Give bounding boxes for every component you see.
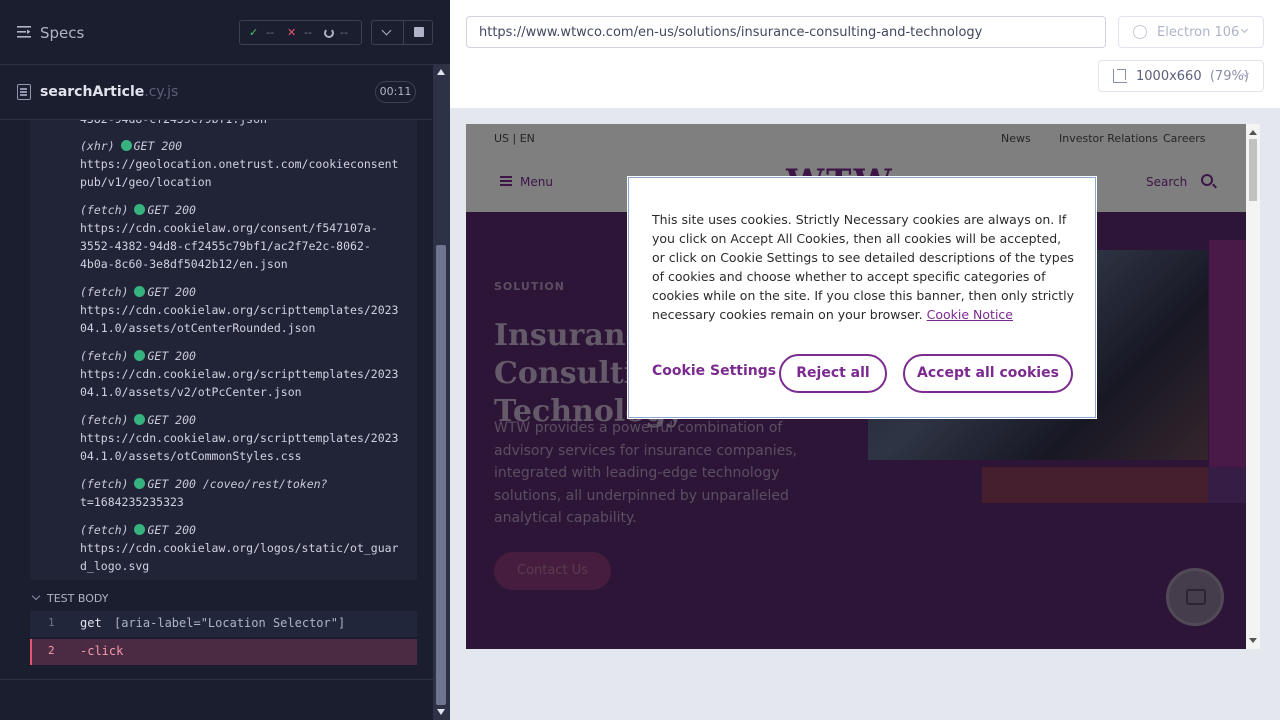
check-icon: ✓ [249,26,259,39]
log-entry[interactable]: (fetch) GET 200 https://cdn.cookielaw.org… [80,521,417,575]
status-dot-icon [120,140,132,151]
viewport-selector[interactable]: 1000x660 (79%) [1098,60,1264,92]
log-kind: (fetch) [80,285,129,299]
log-kind: (fetch) [80,203,129,217]
browser-label: Electron 106 [1157,25,1240,40]
cypress-reporter: Specs ✓ -- ✕ -- -- searchArticle.cy.js 0… [0,0,450,720]
viewport-label: 1000x660 (79%) [1136,69,1249,84]
spec-file-name[interactable]: searchArticle.cy.js [40,84,178,100]
passed-count: -- [266,26,274,39]
file-icon [17,84,31,100]
command-row-active[interactable]: 2 -click [30,639,417,665]
viewport-size: 1000x660 [1136,69,1202,84]
specs-list-icon[interactable] [17,26,31,38]
command-name: get [80,616,102,630]
scroll-up-icon[interactable] [437,69,445,75]
failed-count: -- [304,26,312,39]
aut-scrollbar[interactable] [1246,124,1260,649]
cookie-consent-dialog: This site uses cookies. Strictly Necessa… [628,177,1096,418]
runner-header: https://www.wtwco.com/en-us/solutions/in… [450,0,1280,108]
log-entry[interactable]: (fetch) GET 200 https://cdn.cookielaw.org… [80,411,417,465]
status-dot-icon [134,204,146,215]
log-kind: (fetch) [80,523,129,537]
spec-title-row: searchArticle.cy.js 00:11 [0,66,432,120]
chevron-down-icon [31,591,41,601]
url-bar[interactable]: https://www.wtwco.com/en-us/solutions/in… [466,16,1106,48]
log-url-line: t=1684235235323 [80,495,184,509]
log-status: GET 200 [133,139,183,153]
log-url-line: 04.1.0/assets/otCenterRounded.json [80,321,316,335]
scroll-down-icon[interactable] [1249,638,1257,643]
log-url-line: 4b0a-8c60-3e8df5042b12/en.json [80,257,288,271]
test-stats: ✓ -- ✕ -- -- [239,20,362,45]
reporter-header: Specs ✓ -- ✕ -- -- [0,0,450,65]
specs-label[interactable]: Specs [40,24,84,42]
pending-icon [324,28,334,38]
stop-button[interactable] [404,21,433,44]
cross-icon: ✕ [287,26,297,39]
command-row[interactable]: 1 get [aria-label="Location Selector"] [30,611,417,637]
chevron-down-icon[interactable] [372,21,403,44]
log-status: GET 200 [147,349,196,363]
log-kind: (fetch) [80,477,129,491]
log-url-line: https://cdn.cookielaw.org/logos/static/o… [80,541,399,555]
test-body-label: TEST BODY [47,592,109,605]
log-url-line: https://cdn.cookielaw.org/consent/f54710… [80,221,378,235]
log-status: GET 200 [147,413,196,427]
divider [0,679,433,680]
electron-icon [1133,25,1147,39]
pending-count: -- [340,26,348,39]
spec-ext: .cy.js [144,84,179,100]
run-controls [371,20,433,45]
log-entry[interactable]: (fetch) GET 200 /coveo/rest/token? t=1684… [80,475,417,511]
log-url-line: 04.1.0/assets/otCommonStyles.css [80,449,302,463]
log-url-line: https://geolocation.onetrust.com/cookiec… [80,157,399,171]
log-kind: (fetch) [80,413,129,427]
log-url-line: 04.1.0/assets/v2/otPcCenter.json [80,385,302,399]
duration-badge: 00:11 [375,81,416,103]
status-dot-icon [134,286,146,297]
test-body-header[interactable]: TEST BODY [30,590,417,610]
status-dot-icon [134,524,146,535]
browser-selector[interactable]: Electron 106 [1118,16,1264,48]
log-url-line: https://cdn.cookielaw.org/scripttemplate… [80,367,399,381]
log-url-line: https://cdn.cookielaw.org/scripttemplate… [80,431,399,445]
log-status: GET 200 [147,523,196,537]
log-entry[interactable]: (fetch) GET 200 https://cdn.cookielaw.org… [80,347,417,401]
status-dot-icon [134,478,146,489]
command-message: [aria-label="Location Selector"] [114,616,346,630]
command-log: 4382-94d8-cf2455c79bf1.json (xhr)GET 200… [30,105,417,580]
log-status: GET 200 /coveo/rest/token? [147,477,328,491]
scroll-up-icon[interactable] [1249,130,1257,135]
cookie-notice-link[interactable]: Cookie Notice [927,307,1013,322]
scrollbar-thumb[interactable] [1249,139,1257,201]
spec-name: searchArticle [40,84,145,100]
log-entry[interactable]: (fetch) GET 200 https://cdn.cookielaw.org… [80,201,417,273]
cookie-message: This site uses cookies. Strictly Necessa… [652,212,1075,322]
command-number: 1 [48,616,55,629]
chevron-down-icon [1240,25,1249,34]
log-kind: (fetch) [80,349,129,363]
log-url-line: 3552-4382-94d8-cf2455c79bf1/ac2f7e2c-806… [80,239,371,253]
log-status: GET 200 [147,203,196,217]
cookie-settings-button[interactable]: Cookie Settings [652,363,776,379]
log-url-line: pub/v1/geo/location [80,175,212,189]
cookie-text: This site uses cookies. Strictly Necessa… [652,210,1076,324]
log-url-line: https://cdn.cookielaw.org/scripttemplate… [80,303,399,317]
log-entry[interactable]: (fetch) GET 200 https://cdn.cookielaw.org… [80,283,417,337]
status-dot-icon [134,350,146,361]
command-number: 2 [48,644,55,657]
scroll-down-icon[interactable] [437,709,445,715]
log-kind: (xhr) [80,139,115,153]
command-name: -click [80,644,124,658]
log-entry[interactable]: (xhr) GET 200 https://geolocation.onetrus… [80,137,417,191]
ruler-icon [1113,69,1127,83]
reporter-scrollbar[interactable] [433,65,450,720]
reject-all-button[interactable]: Reject all [779,354,887,393]
log-url-line: d_logo.svg [80,559,150,573]
log-status: GET 200 [147,285,196,299]
scrollbar-thumb[interactable] [436,245,446,705]
accept-all-cookies-button[interactable]: Accept all cookies [903,354,1073,393]
status-dot-icon [134,414,146,425]
